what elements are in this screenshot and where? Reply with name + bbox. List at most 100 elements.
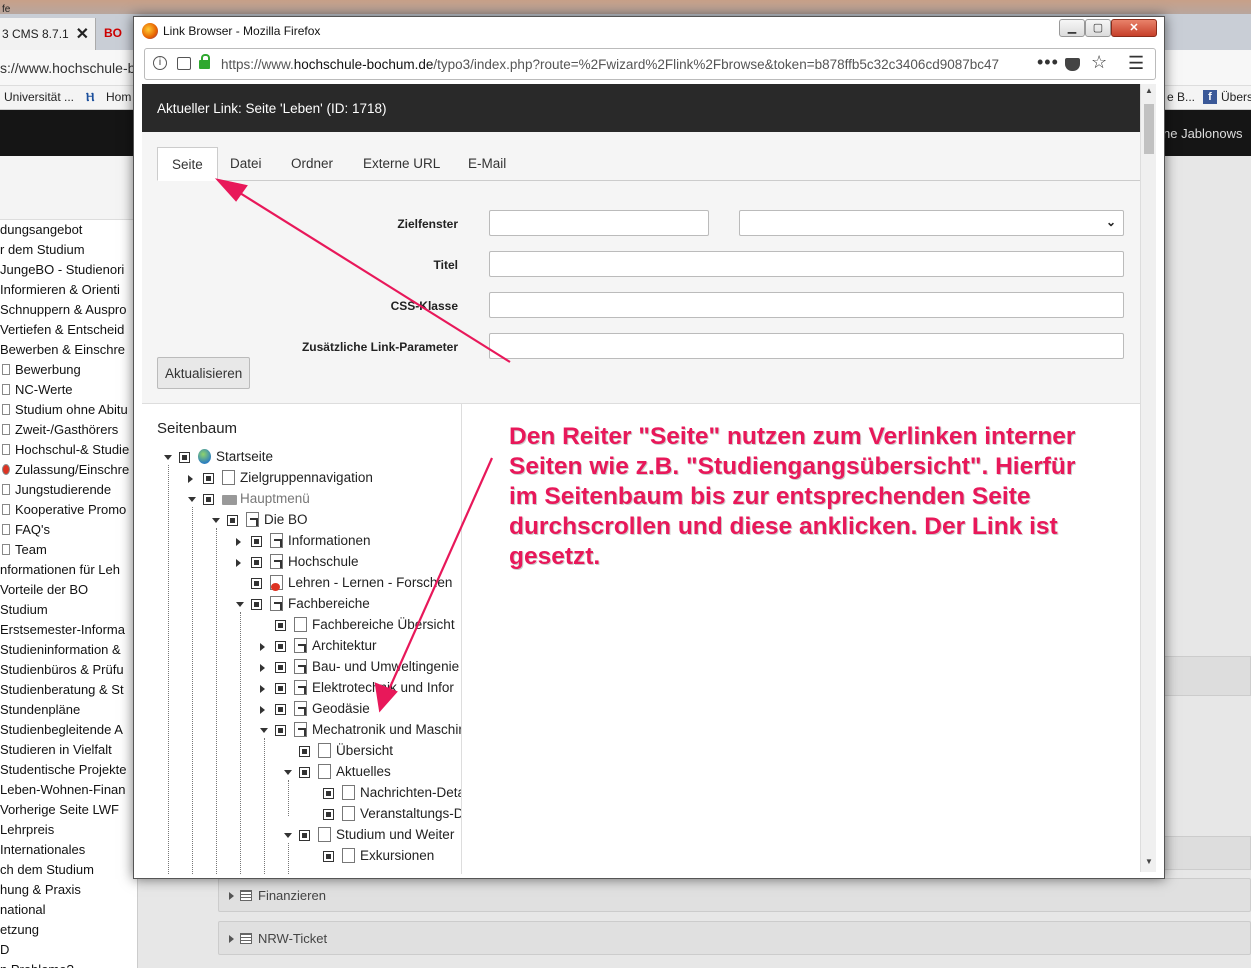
background-user-name[interactable]: ne Jablonows — [1163, 126, 1243, 141]
tree-node-label[interactable]: Veranstaltungs-D — [360, 806, 461, 821]
css-klasse-input[interactable] — [489, 292, 1124, 318]
scroll-down-icon[interactable]: ▼ — [1145, 857, 1153, 866]
background-tree-item[interactable]: Studentische Projekte — [0, 760, 137, 780]
background-tree-item[interactable]: Studieninformation & — [0, 640, 137, 660]
node-menu-icon[interactable] — [275, 704, 286, 715]
background-tree-item[interactable]: Vorteile der BO — [0, 580, 137, 600]
node-menu-icon[interactable] — [323, 809, 334, 820]
node-menu-icon[interactable] — [275, 683, 286, 694]
collapse-icon[interactable] — [188, 497, 196, 502]
tree-node[interactable]: Die BO — [142, 511, 461, 532]
tree-node[interactable]: Studium und Weiter — [142, 826, 461, 847]
tree-node-label[interactable]: Elektrotechnik und Infor — [312, 680, 454, 695]
tree-node-label[interactable]: Exkursionen — [360, 848, 434, 863]
background-tree-item[interactable]: national — [0, 900, 137, 920]
bookmark-home-icon[interactable]: Ⲏ — [86, 90, 94, 105]
node-menu-icon[interactable] — [275, 641, 286, 652]
bookmark-star-icon[interactable]: ☆ — [1091, 52, 1107, 73]
background-tree-item[interactable]: Zulassung/Einschre — [0, 460, 137, 480]
tree-node-label[interactable]: Lehren - Lernen - Forschen — [288, 575, 452, 590]
minimize-button[interactable]: ▁ — [1059, 19, 1085, 37]
node-menu-icon[interactable] — [251, 599, 262, 610]
tree-node-label[interactable]: Hochschule — [288, 554, 359, 569]
collapse-icon[interactable] — [212, 518, 220, 523]
background-tree-item[interactable]: Studienbüros & Prüfu — [0, 660, 137, 680]
lock-icon[interactable] — [199, 54, 210, 69]
background-tree-item[interactable]: Kooperative Promo — [0, 500, 137, 520]
window-titlebar[interactable]: Link Browser - Mozilla Firefox ▁ ▢ ✕ — [134, 17, 1164, 45]
tree-node-label[interactable]: Informationen — [288, 533, 371, 548]
bookmark-e-b[interactable]: e B... — [1167, 90, 1195, 104]
background-tree-item[interactable]: dungsangebot — [0, 220, 137, 240]
background-tree-item[interactable]: Studieren in Vielfalt — [0, 740, 137, 760]
background-tree-item[interactable]: D — [0, 940, 137, 960]
bookmark-home[interactable]: Hom — [106, 90, 131, 104]
url-text[interactable]: https://www.hochschule-bochum.de/typo3/i… — [221, 57, 1036, 72]
tree-node-label[interactable]: Bau- und Umweltingenie — [312, 659, 459, 674]
tree-node[interactable]: Lehren - Lernen - Forschen — [142, 574, 461, 595]
permissions-icon[interactable] — [177, 57, 191, 70]
background-tree-item[interactable]: FAQ's — [0, 520, 137, 540]
hamburger-menu-icon[interactable]: ☰ — [1128, 53, 1144, 74]
node-menu-icon[interactable] — [227, 515, 238, 526]
tab-datei[interactable]: Datei — [216, 147, 276, 181]
expand-icon[interactable] — [236, 538, 241, 546]
info-icon[interactable]: i — [153, 56, 167, 70]
tree-node[interactable]: Nachrichten-Deta — [142, 784, 461, 805]
tree-node-label[interactable]: Die BO — [264, 512, 308, 527]
maximize-button[interactable]: ▢ — [1085, 19, 1111, 37]
background-tree-item[interactable]: Studienberatung & St — [0, 680, 137, 700]
zielfenster-input[interactable] — [489, 210, 709, 236]
background-tree-item[interactable]: Bewerben & Einschre — [0, 340, 137, 360]
background-tree-item[interactable]: Leben-Wohnen-Finan — [0, 780, 137, 800]
tab-externe-url[interactable]: Externe URL — [349, 147, 454, 181]
tree-node-label[interactable]: Nachrichten-Deta — [360, 785, 461, 800]
collapse-icon[interactable] — [260, 728, 268, 733]
tree-node[interactable]: Hauptmenü — [142, 490, 461, 511]
tab-close-icon[interactable]: ✕ — [76, 24, 89, 44]
collapse-icon[interactable] — [164, 455, 172, 460]
node-menu-icon[interactable] — [251, 557, 262, 568]
background-tree-item[interactable]: Studium — [0, 600, 137, 620]
background-tree-item[interactable]: Erstsemester-Informa — [0, 620, 137, 640]
background-tab-bo[interactable]: BO — [104, 24, 134, 46]
node-menu-icon[interactable] — [251, 536, 262, 547]
tree-node[interactable]: Fachbereiche — [142, 595, 461, 616]
expand-icon[interactable] — [260, 643, 265, 651]
tree-node[interactable]: Bau- und Umweltingenie — [142, 658, 461, 679]
tree-node[interactable]: Hochschule — [142, 553, 461, 574]
expand-icon[interactable] — [188, 475, 193, 483]
tree-node[interactable]: Aktuelles — [142, 763, 461, 784]
node-menu-icon[interactable] — [299, 767, 310, 778]
background-tree-item[interactable]: NC-Werte — [0, 380, 137, 400]
scroll-thumb[interactable] — [1144, 104, 1154, 154]
background-tree-item[interactable]: Vertiefen & Entscheid — [0, 320, 137, 340]
tree-node[interactable]: Startseite — [142, 448, 461, 469]
panel-finanzieren[interactable]: Finanzieren — [218, 878, 1251, 912]
node-menu-icon[interactable] — [323, 851, 334, 862]
node-menu-icon[interactable] — [323, 788, 334, 799]
expand-icon[interactable] — [260, 664, 265, 672]
background-tree-item[interactable]: ch dem Studium — [0, 860, 137, 880]
panel-nrw-ticket[interactable]: NRW-Ticket — [218, 921, 1251, 955]
background-tree-item[interactable]: Schnuppern & Auspro — [0, 300, 137, 320]
tree-node[interactable]: Elektrotechnik und Infor — [142, 679, 461, 700]
pocket-icon[interactable] — [1065, 58, 1080, 71]
background-tree-item[interactable]: r dem Studium — [0, 240, 137, 260]
node-menu-icon[interactable] — [275, 662, 286, 673]
background-tab-typo3[interactable]: 3 CMS 8.7.1 ✕ — [0, 18, 96, 50]
collapse-icon[interactable] — [284, 770, 292, 775]
page-actions-icon[interactable]: ••• — [1037, 52, 1059, 73]
tab-seite[interactable]: Seite — [157, 147, 218, 181]
tree-node[interactable]: Geodäsie — [142, 700, 461, 721]
expand-icon[interactable] — [260, 685, 265, 693]
tree-node[interactable]: Mechatronik und Maschin — [142, 721, 461, 742]
tree-node-label[interactable]: Aktuelles — [336, 764, 391, 779]
tree-node[interactable]: Zielgruppennavigation — [142, 469, 461, 490]
tree-node-label[interactable]: Mechatronik und Maschin — [312, 722, 461, 737]
bookmark-uebers[interactable]: Übers — [1221, 90, 1251, 104]
tree-node-label[interactable]: Hauptmenü — [240, 491, 310, 506]
background-tree-item[interactable]: nformationen für Leh — [0, 560, 137, 580]
close-button[interactable]: ✕ — [1111, 19, 1157, 37]
node-menu-icon[interactable] — [251, 578, 262, 589]
